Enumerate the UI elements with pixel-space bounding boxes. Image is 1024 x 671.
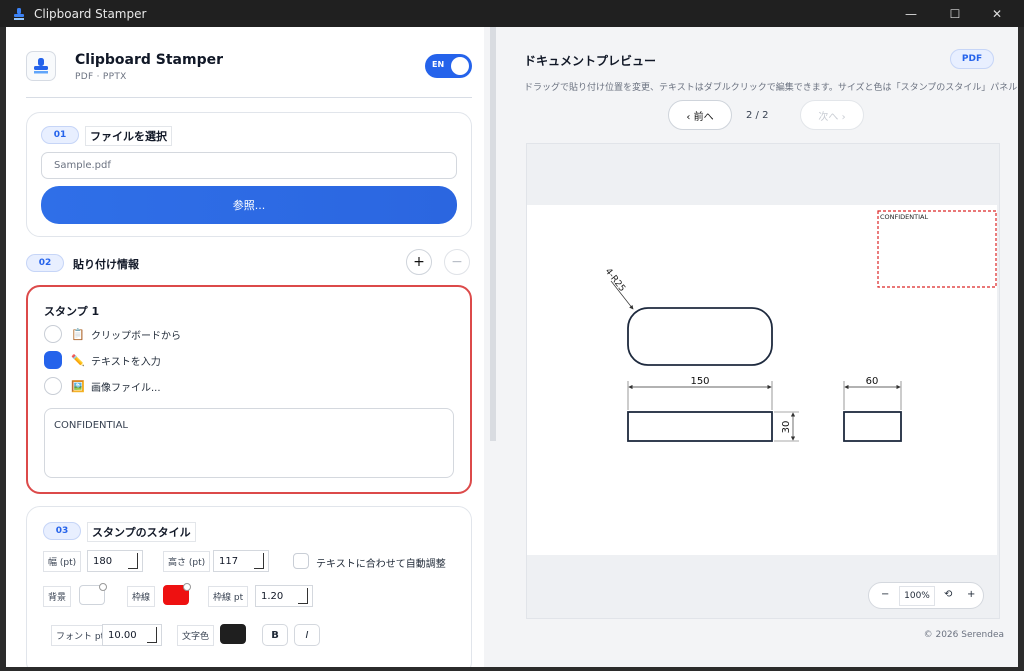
zoom-in-button[interactable]: +	[967, 589, 975, 600]
add-stamp-button[interactable]: +	[406, 249, 432, 275]
spin-buttons[interactable]	[147, 627, 157, 643]
app-logo	[26, 51, 56, 81]
stamp-title: スタンプ 1	[44, 305, 100, 318]
spin-buttons[interactable]	[254, 553, 264, 569]
close-button[interactable]: ✕	[974, 0, 1020, 27]
font-pt-label: フォント pt	[51, 625, 110, 646]
radio-clipboard[interactable]	[44, 325, 62, 343]
spin-buttons[interactable]	[298, 588, 308, 604]
option-label: クリップボードから	[91, 330, 181, 342]
step-badge-01: 01	[41, 126, 79, 144]
page-indicator: 2 / 2	[746, 110, 769, 121]
pencil-icon: ✏️	[71, 353, 85, 367]
language-toggle[interactable]: EN	[425, 54, 472, 78]
width-label: 幅 (pt)	[43, 551, 82, 572]
zoom-level[interactable]: 100%	[899, 586, 935, 606]
source-option-clipboard[interactable]: 📋 クリップボードから	[44, 325, 181, 343]
width-value: 180	[93, 555, 113, 567]
app-window: Clipboard Stamper PDF · PPTX EN 01 ファイルを…	[6, 27, 1018, 667]
file-select-card: 01 ファイルを選択 Sample.pdf 参照...	[26, 112, 472, 237]
height-input[interactable]: 117	[213, 550, 269, 572]
text-color-button[interactable]	[220, 624, 246, 644]
width-input[interactable]: 180	[87, 550, 143, 572]
preview-panel: ドキュメントプレビュー PDF ドラッグで貼り付け位置を変更、テキストはダブルク…	[502, 27, 1018, 667]
option-label: 画像ファイル...	[91, 382, 161, 394]
bold-button[interactable]: B	[262, 624, 288, 646]
height-label: 高さ (pt)	[163, 551, 211, 572]
background-label: 背景	[43, 586, 72, 607]
clipboard-icon: 📋	[71, 327, 85, 341]
step-badge-03: 03	[43, 522, 81, 540]
window-title: Clipboard Stamper	[34, 6, 147, 21]
prev-page-button[interactable]: ‹ 前へ	[668, 100, 732, 130]
spin-buttons[interactable]	[128, 553, 138, 569]
stamp-overlay[interactable]	[877, 210, 997, 288]
toggle-knob	[451, 57, 469, 75]
pdf-page: 4-R25 150 30 60 CONFIDENTIAL	[527, 205, 997, 555]
text-color-label: 文字色	[177, 625, 215, 646]
color-picker-icon	[99, 583, 107, 591]
step-badge-02: 02	[26, 254, 64, 272]
image-icon: 🖼️	[71, 379, 85, 393]
browse-button[interactable]: 参照...	[41, 186, 457, 224]
step-title-style: スタンプのスタイル	[87, 522, 196, 542]
option-label: テキストを入力	[91, 356, 161, 368]
autofit-checkbox[interactable]	[293, 553, 309, 569]
dimension-150: 150	[690, 376, 709, 387]
stamp-overlay-text: CONFIDENTIAL	[880, 213, 928, 221]
step-title-paste: 貼り付け情報	[73, 258, 139, 271]
rounded-slot-shape	[627, 307, 773, 366]
zoom-reset-icon[interactable]: ⟲	[944, 589, 952, 600]
app-name: Clipboard Stamper	[75, 52, 224, 68]
autofit-label: テキストに合わせて自動調整	[316, 559, 446, 570]
rectangle-shape-2	[843, 411, 902, 442]
zoom-controls: − 100% ⟲ +	[868, 582, 984, 609]
settings-panel: Clipboard Stamper PDF · PPTX EN 01 ファイルを…	[6, 27, 484, 667]
language-label: EN	[432, 60, 445, 69]
color-picker-icon	[183, 583, 191, 591]
border-color-button[interactable]	[163, 583, 191, 605]
italic-button[interactable]: I	[294, 624, 320, 646]
radio-image[interactable]	[44, 377, 62, 395]
stamp-text-input[interactable]: CONFIDENTIAL	[44, 408, 454, 478]
app-formats: PDF · PPTX	[75, 72, 127, 82]
file-path-input[interactable]: Sample.pdf	[41, 152, 457, 179]
stamp-style-card: 03 スタンプのスタイル 幅 (pt) 180 高さ (pt) 117 テキスト…	[26, 506, 472, 667]
technical-drawing: 4-R25 150 30 60 CONFIDENTIAL	[603, 210, 997, 442]
document-viewer: 4-R25 150 30 60 CONFIDENTIAL	[526, 143, 1000, 619]
remove-stamp-button[interactable]: −	[444, 249, 470, 275]
source-option-text[interactable]: ✏️ テキストを入力	[44, 351, 161, 369]
dimension-30: 30	[781, 421, 792, 434]
height-value: 117	[219, 555, 239, 567]
stamp-logo-icon	[34, 58, 48, 74]
border-pt-label: 枠線 pt	[208, 586, 249, 607]
next-page-button[interactable]: 次へ ›	[800, 100, 864, 130]
copyright: © 2026 Serendea	[923, 630, 1004, 640]
maximize-button[interactable]: ☐	[932, 0, 978, 27]
preview-hint: ドラッグで貼り付け位置を変更、テキストはダブルクリックで編集できます。サイズと色…	[524, 83, 1018, 93]
step-title-file: ファイルを選択	[85, 126, 172, 146]
source-option-image[interactable]: 🖼️ 画像ファイル...	[44, 377, 161, 395]
border-pt-value: 1.20	[261, 590, 284, 602]
font-pt-value: 10.00	[108, 629, 137, 641]
minimize-button[interactable]: —	[888, 0, 934, 27]
border-pt-input[interactable]: 1.20	[255, 585, 313, 607]
zoom-out-button[interactable]: −	[881, 589, 889, 600]
divider	[26, 97, 472, 98]
radius-label: 4-R25	[603, 267, 627, 294]
radio-text[interactable]	[44, 351, 62, 369]
panel-splitter[interactable]	[490, 27, 496, 441]
background-color-button[interactable]	[79, 583, 107, 605]
preview-title: ドキュメントプレビュー	[524, 54, 657, 68]
stamp-icon	[14, 7, 24, 20]
dimension-60: 60	[866, 376, 879, 387]
title-bar: Clipboard Stamper — ☐ ✕	[0, 0, 1024, 27]
rectangle-shape-1	[627, 411, 773, 442]
stamp-card: スタンプ 1 📋 クリップボードから ✏️ テキストを入力 🖼️ 画像ファイル.…	[26, 285, 472, 494]
format-badge: PDF	[950, 49, 994, 69]
border-label: 枠線	[127, 586, 156, 607]
font-pt-input[interactable]: 10.00	[102, 624, 162, 646]
